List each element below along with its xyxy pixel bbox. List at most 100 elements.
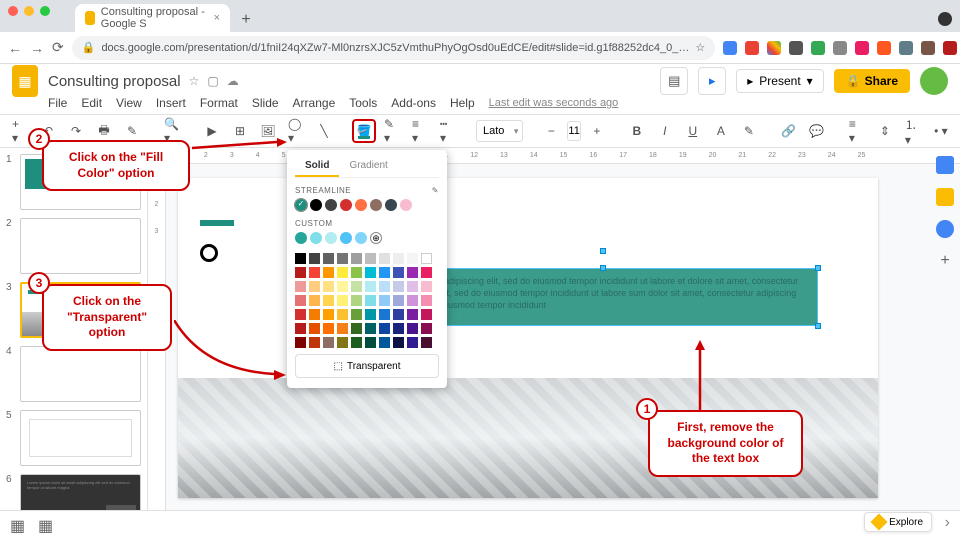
color-swatch[interactable] [295, 295, 306, 306]
close-tab-icon[interactable]: × [214, 12, 220, 24]
menu-insert[interactable]: Insert [156, 96, 186, 110]
color-swatch[interactable] [393, 253, 404, 264]
highlight-button[interactable]: ✎ [737, 119, 761, 143]
color-swatch[interactable] [365, 323, 376, 334]
ext-icon[interactable] [723, 41, 737, 55]
slideshow-button[interactable]: ▸ [698, 67, 726, 95]
menu-file[interactable]: File [48, 96, 67, 110]
color-swatch[interactable] [355, 199, 367, 211]
menu-tools[interactable]: Tools [349, 96, 377, 110]
shape-tool[interactable]: ◯ ▾ [284, 119, 308, 143]
resize-handle[interactable] [815, 323, 821, 329]
ext-icon[interactable] [745, 41, 759, 55]
color-swatch[interactable] [323, 295, 334, 306]
color-swatch[interactable] [337, 309, 348, 320]
color-swatch[interactable] [309, 267, 320, 278]
bold-button[interactable]: B [625, 119, 649, 143]
color-swatch[interactable] [365, 281, 376, 292]
transparent-button[interactable]: ⬚ Transparent [295, 354, 439, 378]
numbered-list-button[interactable]: ⒈ ▾ [901, 119, 925, 143]
doc-title[interactable]: Consulting proposal [48, 73, 181, 90]
forward-button[interactable]: → [30, 38, 44, 58]
comment-button[interactable]: 💬 [805, 119, 829, 143]
thumb-slide[interactable]: Lorem ipsum dolor sit amet adipiscing el… [20, 474, 141, 510]
color-swatch[interactable] [393, 309, 404, 320]
color-swatch[interactable] [365, 253, 376, 264]
color-swatch[interactable] [337, 337, 348, 348]
color-swatch[interactable] [393, 337, 404, 348]
color-swatch[interactable] [421, 295, 432, 306]
color-swatch[interactable] [407, 267, 418, 278]
move-doc-icon[interactable]: ▢ [207, 74, 218, 88]
color-swatch[interactable] [365, 295, 376, 306]
color-swatch[interactable] [323, 337, 334, 348]
text-color-button[interactable]: A [709, 119, 733, 143]
color-swatch[interactable] [337, 253, 348, 264]
font-size-dec[interactable]: − [539, 119, 563, 143]
color-swatch[interactable] [310, 199, 322, 211]
color-tab-gradient[interactable]: Gradient [339, 156, 397, 177]
font-size-input[interactable]: 11 [567, 121, 580, 141]
calendar-icon[interactable] [936, 156, 954, 174]
color-swatch[interactable] [310, 232, 322, 244]
color-swatch[interactable] [323, 323, 334, 334]
color-swatch[interactable] [351, 281, 362, 292]
border-weight-button[interactable]: ≡ ▾ [408, 119, 432, 143]
color-swatch[interactable] [351, 253, 362, 264]
border-color-button[interactable]: ✎ ▾ [380, 119, 404, 143]
color-swatch[interactable] [309, 309, 320, 320]
last-edit-link[interactable]: Last edit was seconds ago [489, 97, 619, 109]
color-swatch[interactable] [407, 281, 418, 292]
color-swatch[interactable] [351, 267, 362, 278]
color-swatch[interactable] [295, 232, 307, 244]
color-swatch[interactable] [379, 253, 390, 264]
color-swatch[interactable] [379, 295, 390, 306]
fill-color-button[interactable]: 🪣 [352, 119, 376, 143]
color-swatch[interactable] [365, 267, 376, 278]
color-swatch[interactable] [407, 253, 418, 264]
color-swatch[interactable] [421, 281, 432, 292]
color-swatch[interactable] [351, 295, 362, 306]
color-swatch[interactable] [325, 199, 337, 211]
color-swatch[interactable] [370, 199, 382, 211]
color-swatch[interactable] [351, 309, 362, 320]
color-swatch[interactable] [421, 309, 432, 320]
explore-button[interactable]: Explore [864, 512, 932, 532]
ext-icon[interactable] [899, 41, 913, 55]
color-swatch[interactable] [323, 267, 334, 278]
italic-button[interactable]: I [653, 119, 677, 143]
color-swatch[interactable] [295, 267, 306, 278]
color-swatch[interactable] [309, 295, 320, 306]
color-swatch[interactable] [309, 337, 320, 348]
url-input[interactable]: 🔒 docs.google.com/presentation/d/1fniI24… [72, 36, 716, 60]
present-button[interactable]: ▸ Present ▾ [736, 69, 823, 93]
border-dash-button[interactable]: ┅ ▾ [436, 119, 460, 143]
color-swatch[interactable] [421, 323, 432, 334]
ext-icon[interactable] [877, 41, 891, 55]
selected-textbox[interactable]: consectetur adipiscing elit, sed do eius… [388, 268, 818, 326]
ext-icon[interactable] [943, 41, 957, 55]
color-swatch[interactable] [393, 323, 404, 334]
menu-format[interactable]: Format [200, 96, 238, 110]
color-swatch[interactable] [379, 267, 390, 278]
color-swatch[interactable] [379, 323, 390, 334]
color-swatch[interactable] [295, 323, 306, 334]
color-swatch[interactable] [323, 281, 334, 292]
color-swatch[interactable] [393, 281, 404, 292]
color-swatch[interactable] [340, 199, 352, 211]
line-spacing-button[interactable]: ⇕ [873, 119, 897, 143]
rotate-handle[interactable] [600, 248, 606, 254]
new-tab-button[interactable]: + [234, 8, 258, 32]
color-swatch[interactable] [407, 323, 418, 334]
share-button[interactable]: 🔒 Share [834, 69, 910, 93]
color-swatch[interactable] [379, 337, 390, 348]
line-tool[interactable]: ╲ [312, 119, 336, 143]
color-swatch[interactable] [295, 337, 306, 348]
ext-icon[interactable] [921, 41, 935, 55]
ext-icon[interactable] [855, 41, 869, 55]
color-swatch[interactable] [379, 281, 390, 292]
user-avatar[interactable] [920, 67, 948, 95]
resize-handle[interactable] [600, 265, 606, 271]
edit-theme-icon[interactable]: ✎ [432, 186, 439, 195]
bullet-list-button[interactable]: • ▾ [929, 119, 953, 143]
